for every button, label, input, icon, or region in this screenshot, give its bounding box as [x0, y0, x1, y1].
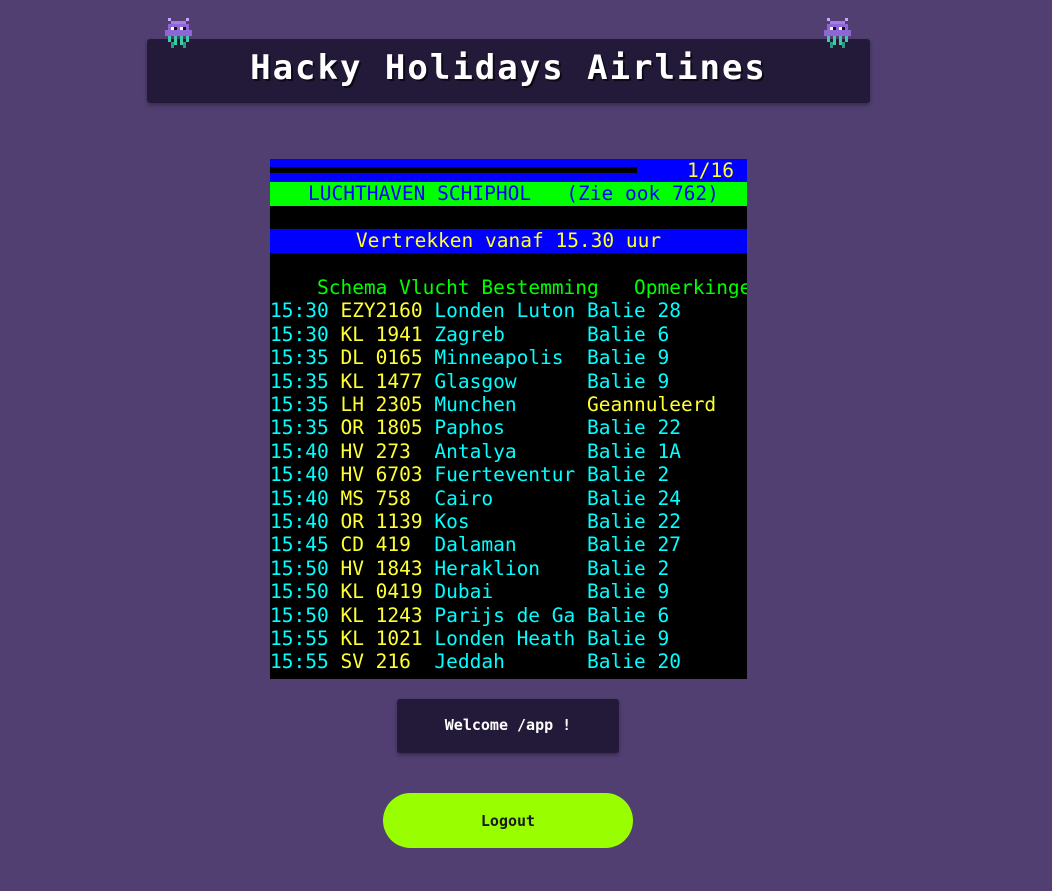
destination: Antalya [434, 439, 517, 463]
destination: Londen Heath [434, 627, 576, 650]
remark: Balie 2 [587, 556, 670, 580]
remark: Balie 22 [587, 416, 681, 440]
departure-row: 15:35 DL 0165 Minneapolis Balie 9 [270, 346, 747, 369]
flight-number: CD 419 [340, 533, 411, 557]
remark: Balie 1A [587, 439, 681, 463]
column-header-flight: Vlucht [399, 276, 470, 299]
flight-number: SV 216 [340, 650, 411, 674]
departure-time: 15:45 [270, 533, 329, 557]
departure-time: 15:50 [270, 580, 329, 604]
departure-time: 15:35 [270, 369, 329, 393]
departure-row: 15:55 KL 1021 Londen Heath Balie 9 [270, 627, 747, 650]
departure-row: 15:35 KL 1477 Glasgow Balie 9 [270, 370, 747, 393]
departure-time: 15:50 [270, 556, 329, 580]
flight-number: LH 2305 [340, 393, 423, 416]
flight-number: HV 1843 [340, 556, 423, 580]
remark: Balie 9 [587, 627, 670, 650]
destination: Dalaman [434, 533, 517, 557]
flight-number: KL 1243 [340, 603, 423, 627]
remark: Balie 28 [587, 299, 681, 323]
destination: Glasgow [434, 369, 517, 393]
departure-row: 15:40 MS 758 Cairo Balie 24 [270, 487, 747, 510]
departure-time: 15:55 [270, 627, 329, 650]
departure-time: 15:40 [270, 439, 329, 463]
flight-number: KL 1021 [340, 627, 423, 650]
departure-time: 15:55 [270, 650, 329, 674]
destination: Cairo [434, 486, 494, 510]
departure-row: 15:30 KL 1941 Zagreb Balie 6 [270, 323, 747, 346]
remark: Balie 6 [587, 322, 670, 346]
departure-time: 15:30 [270, 299, 329, 323]
destination: Kos [434, 510, 470, 533]
departure-row: 15:40 OR 1139 Kos Balie 22 [270, 510, 747, 533]
logout-button[interactable]: Logout [383, 793, 633, 848]
section-title: Vertrekken vanaf 15.30 uur [270, 229, 747, 253]
page-indicator: 1/16 [687, 159, 734, 182]
departure-time: 15:40 [270, 510, 329, 533]
flight-number: OR 1139 [340, 510, 423, 533]
destination: Zagreb [434, 322, 505, 346]
departure-time: 15:35 [270, 393, 329, 416]
departure-time: 15:40 [270, 486, 329, 510]
remark: Balie 20 [587, 650, 681, 674]
flight-number: HV 6703 [340, 463, 423, 487]
destination: Heraklion [434, 556, 541, 580]
remark: Geannuleerd [587, 393, 717, 416]
flight-number: KL 1941 [340, 322, 423, 346]
remark: Balie 24 [587, 486, 681, 510]
teletext-board: 1/16 LUCHTHAVEN SCHIPHOL (Zie ook 762) V… [270, 159, 747, 679]
departure-row: 15:40 HV 273 Antalya Balie 1A [270, 440, 747, 463]
departure-row: 15:35 OR 1805 Paphos Balie 22 [270, 416, 747, 439]
destination: Minneapolis [434, 346, 564, 370]
app-title: Hacky Holidays Airlines [250, 48, 767, 88]
departure-time: 15:40 [270, 463, 329, 487]
departure-row: 15:50 HV 1843 Heraklion Balie 2 [270, 557, 747, 580]
remark: Balie 2 [587, 463, 670, 487]
station-title: LUCHTHAVEN SCHIPHOL (Zie ook 762) [270, 182, 747, 206]
page-progress-bar [270, 167, 638, 173]
remark: Balie 6 [587, 603, 670, 627]
remark: Balie 9 [587, 580, 670, 604]
flight-number: KL 0419 [340, 580, 423, 604]
departure-row: 15:50 KL 0419 Dubai Balie 9 [270, 580, 747, 603]
departure-row: 15:50 KL 1243 Parijs de Ga Balie 6 [270, 604, 747, 627]
destination: Parijs de Ga [434, 603, 576, 627]
destination: Jeddah [434, 650, 505, 674]
flight-number: KL 1477 [340, 369, 423, 393]
destination: Dubai [434, 580, 494, 604]
flight-number: HV 273 [340, 439, 411, 463]
remark: Balie 27 [587, 533, 681, 557]
departure-time: 15:35 [270, 346, 329, 370]
column-header-schedule: Schema [316, 276, 388, 299]
departure-row: 15:55 SV 216 Jeddah Balie 20 [270, 650, 747, 673]
departure-time: 15:50 [270, 603, 329, 627]
departure-row: 15:40 HV 6703 Fuerteventur Balie 2 [270, 463, 747, 486]
remark: Balie 9 [587, 369, 670, 393]
column-header-remarks: Opmerkingen [634, 276, 747, 299]
remark: Balie 9 [587, 346, 670, 370]
destination: Munchen [434, 393, 517, 416]
destination: Londen Luton [434, 299, 576, 323]
departure-row: 15:35 LH 2305 Munchen Geannuleerd [270, 393, 747, 416]
alien-icon [824, 18, 851, 48]
flight-number: OR 1805 [340, 416, 423, 440]
destination: Fuerteventur [434, 463, 576, 487]
departure-row: 15:30 EZY2160 Londen Luton Balie 28 [270, 299, 747, 322]
flight-number: EZY2160 [340, 299, 423, 323]
column-headers: Schema Vlucht Bestemming Opmerkingen [270, 253, 747, 299]
welcome-message: Welcome /app ! [397, 699, 619, 753]
destination: Paphos [434, 416, 505, 440]
teletext-header-bar: 1/16 [270, 159, 747, 183]
header-banner: Hacky Holidays Airlines [147, 39, 870, 103]
flight-number: MS 758 [340, 486, 411, 510]
flight-number: DL 0165 [340, 346, 423, 370]
alien-icon [165, 18, 192, 48]
departure-time: 15:30 [270, 322, 329, 346]
departure-time: 15:35 [270, 416, 329, 440]
departure-row: 15:45 CD 419 Dalaman Balie 27 [270, 533, 747, 556]
column-header-destination: Bestemming [481, 276, 599, 299]
remark: Balie 22 [587, 510, 681, 533]
